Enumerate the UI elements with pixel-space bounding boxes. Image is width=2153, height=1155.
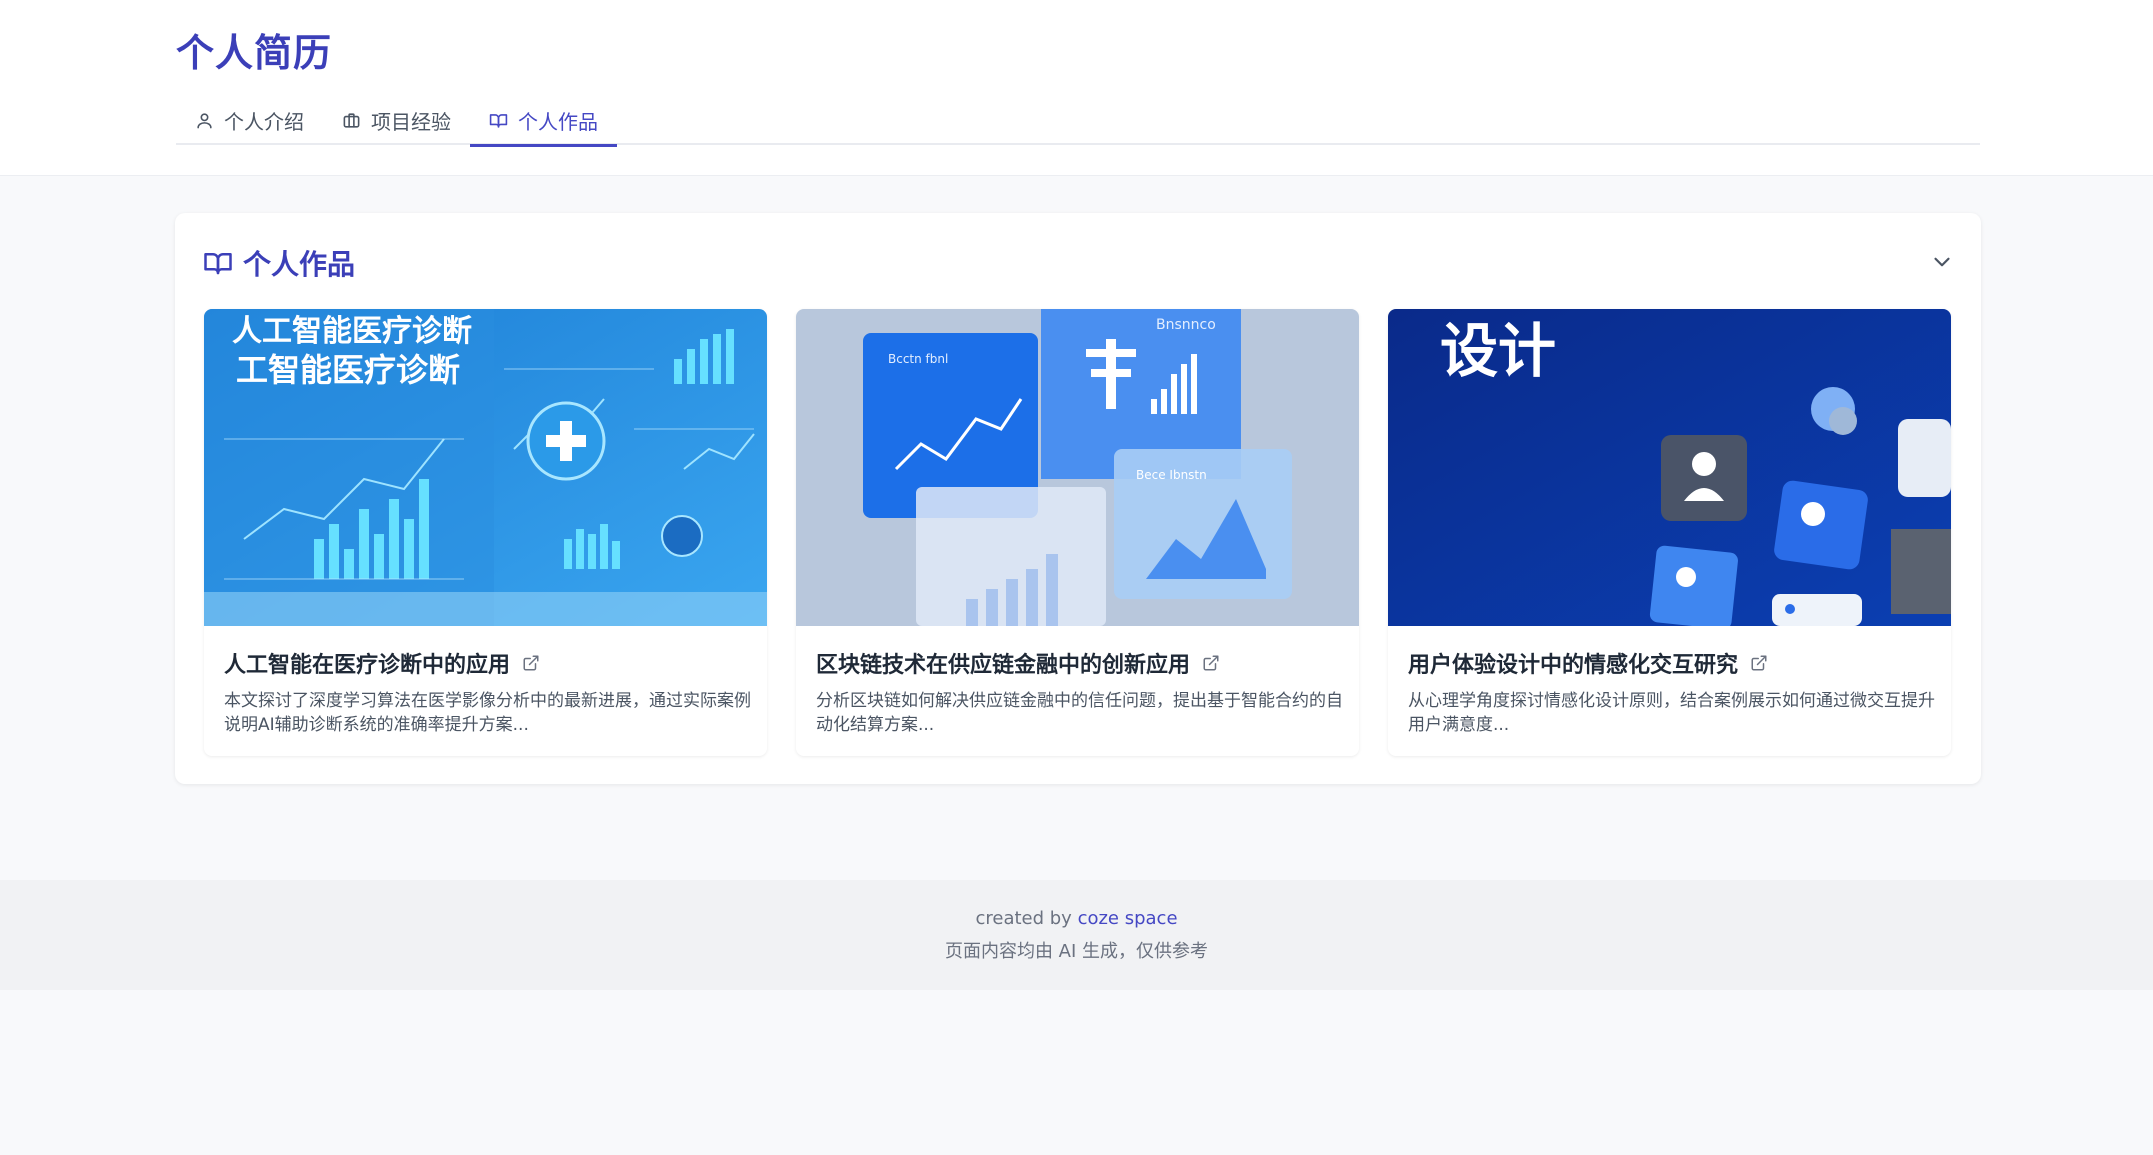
work-thumbnail: 人工智能医疗诊断 工智能医疗诊断 (204, 309, 767, 626)
footer-credit: created by coze space (975, 908, 1178, 929)
svg-text:工智能医疗诊断: 工智能医疗诊断 (236, 351, 460, 389)
work-thumbnail: Bnsnnco Bcctn fbnl Bece Ibnstn (796, 309, 1359, 626)
footer-disclaimer: 页面内容均由 AI 生成，仅供参考 (944, 941, 1209, 962)
tab-label: 个人作品 (518, 110, 598, 134)
works-panel: 个人作品 人工智能医疗诊断 工智能医疗诊断 人工智能在医疗诊断中的应用 本文探讨… (175, 213, 1981, 784)
work-card-blockchain[interactable]: Bnsnnco Bcctn fbnl Bece Ibnstn 区块链技术在供应链… (796, 309, 1359, 756)
tab-works[interactable]: 个人作品 (470, 96, 617, 147)
footer: created by coze space 页面内容均由 AI 生成，仅供参考 (0, 880, 2153, 990)
work-description: 本文探讨了深度学习算法在医学影像分析中的最新进展，通过实际案例说明AI辅助诊断系… (224, 691, 751, 735)
svg-text:Bece Ibnstn: Bece Ibnstn (1136, 468, 1207, 482)
tab-label: 项目经验 (371, 110, 451, 134)
book-icon (489, 114, 508, 128)
chevron-down-icon (1934, 257, 1950, 267)
external-link-icon[interactable] (1202, 654, 1220, 672)
external-link-icon[interactable] (522, 654, 540, 672)
work-title: 用户体验设计中的情感化交互研究 (1408, 647, 1768, 679)
work-description: 分析区块链如何解决供应链金融中的信任问题，提出基于智能合约的自动化结算方案... (816, 691, 1343, 735)
work-description: 从心理学角度探讨情感化设计原则，结合案例展示如何通过微交互提升用户满意度... (1408, 691, 1935, 735)
section-title: 个人作品 (203, 243, 355, 283)
work-card-ai-medical[interactable]: 人工智能医疗诊断 工智能医疗诊断 人工智能在医疗诊断中的应用 本文探讨了深度学习… (204, 309, 767, 756)
work-card-ux-design[interactable]: 设计 用户体验设计中的情感化交互研究 从心理学角度探讨情感化设计原则，结合案例展… (1388, 309, 1951, 756)
svg-text:Bcctn fbnl: Bcctn fbnl (888, 352, 948, 366)
page-title: 个人简历 (176, 31, 333, 75)
svg-text:Bnsnnco: Bnsnnco (1156, 317, 1216, 333)
svg-text:设计: 设计 (1440, 317, 1556, 385)
user-icon (197, 113, 212, 129)
external-link-icon[interactable] (1750, 654, 1768, 672)
work-title: 区块链技术在供应链金融中的创新应用 (816, 647, 1220, 679)
section-title-text: 个人作品 (243, 248, 356, 281)
svg-text:人工智能医疗诊断: 人工智能医疗诊断 (232, 314, 472, 349)
tab-projects[interactable]: 项目经验 (323, 96, 470, 145)
header: 个人简历 个人介绍 项目经验 个人作品 (0, 0, 2153, 176)
collapse-button[interactable] (1929, 249, 1955, 275)
briefcase-icon (343, 113, 360, 128)
tab-about[interactable]: 个人介绍 (176, 96, 323, 145)
book-icon (204, 253, 232, 275)
works-list: 人工智能医疗诊断 工智能医疗诊断 人工智能在医疗诊断中的应用 本文探讨了深度学习… (204, 309, 1952, 756)
tab-label: 个人介绍 (224, 110, 304, 134)
coze-space-link[interactable]: coze space (1078, 908, 1178, 929)
work-title: 人工智能在医疗诊断中的应用 (224, 647, 540, 679)
work-thumbnail: 设计 (1388, 309, 1951, 626)
tab-bar: 个人介绍 项目经验 个人作品 (176, 96, 1980, 147)
